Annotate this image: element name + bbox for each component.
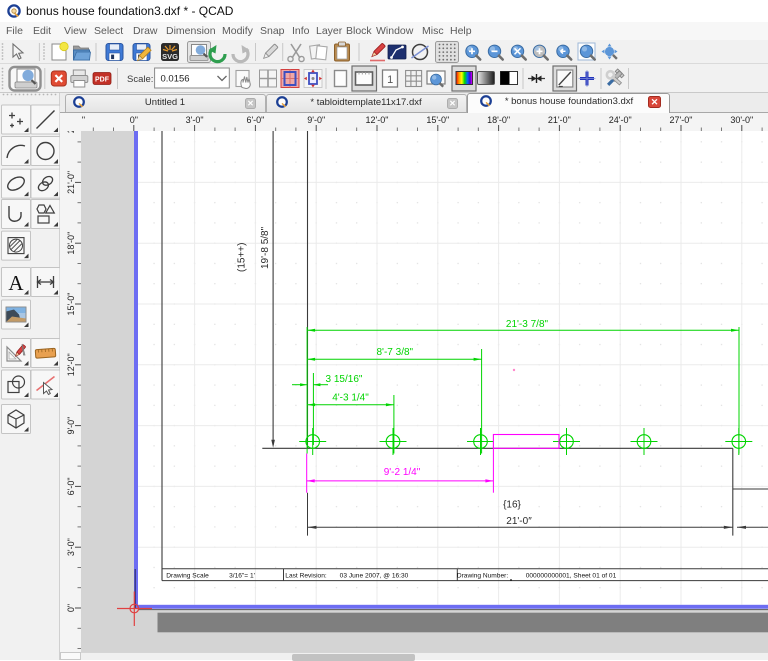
svg-text:0.0156: 0.0156	[161, 74, 190, 85]
svg-text:0": 0"	[66, 604, 76, 612]
svg-text:21'-3 7/8": 21'-3 7/8"	[506, 319, 549, 330]
svg-text:6'-0": 6'-0"	[66, 477, 76, 495]
svg-text:{16}: {16}	[503, 500, 521, 511]
svg-text:Last Revision:: Last Revision:	[285, 573, 327, 580]
svg-text:4'-3 1/4": 4'-3 1/4"	[332, 392, 369, 403]
svg-text:PDF: PDF	[95, 77, 110, 84]
svg-text:SVG: SVG	[162, 52, 178, 61]
svg-text:19'-8 5/8": 19'-8 5/8"	[260, 226, 271, 269]
svg-text:24'-0": 24'-0"	[609, 115, 632, 125]
svg-text:Scale:: Scale:	[127, 74, 153, 85]
svg-text:9'-0": 9'-0"	[66, 417, 76, 435]
svg-text:(15++): (15++)	[237, 243, 248, 272]
svg-text:30'-0": 30'-0"	[730, 115, 753, 125]
svg-text:12'-0": 12'-0"	[366, 115, 389, 125]
svg-text:9'-0": 9'-0"	[307, 115, 325, 125]
svg-text:21'-0": 21'-0"	[548, 115, 571, 125]
svg-text:3'-0": 3'-0"	[66, 538, 76, 556]
svg-text:03 June 2007, @ 16:30: 03 June 2007, @ 16:30	[340, 573, 409, 580]
svg-text:Drawing Number:: Drawing Number:	[457, 573, 508, 580]
svg-text:": "	[82, 115, 85, 125]
svg-text:000000000001, Sheet 01 of 01: 000000000001, Sheet 01 of 01	[526, 573, 617, 580]
svg-text:12'-0": 12'-0"	[66, 353, 76, 376]
svg-text:27'-0": 27'-0"	[670, 115, 693, 125]
svg-text:A: A	[8, 271, 24, 295]
svg-text:3 15/16": 3 15/16"	[326, 374, 363, 385]
svg-text:3/16"= 1': 3/16"= 1'	[229, 573, 255, 580]
svg-text:Drawing Scale: Drawing Scale	[166, 573, 209, 580]
svg-text:21'-0": 21'-0"	[66, 171, 76, 194]
svg-text:3'-0": 3'-0"	[186, 115, 204, 125]
svg-text:8'-7 3/8": 8'-7 3/8"	[377, 347, 414, 358]
svg-text:21'-0″: 21'-0″	[506, 516, 532, 527]
svg-text:15'-0": 15'-0"	[66, 293, 76, 316]
svg-text:18'-0": 18'-0"	[66, 232, 76, 255]
svg-text:24'-0": 24'-0"	[66, 131, 76, 133]
svg-text:15'-0": 15'-0"	[426, 115, 449, 125]
svg-text:18'-0": 18'-0"	[487, 115, 510, 125]
svg-text:1: 1	[387, 74, 393, 86]
svg-text:6'-0": 6'-0"	[246, 115, 264, 125]
svg-text:0": 0"	[130, 115, 138, 125]
svg-text:9'-2 1/4": 9'-2 1/4"	[384, 467, 421, 478]
